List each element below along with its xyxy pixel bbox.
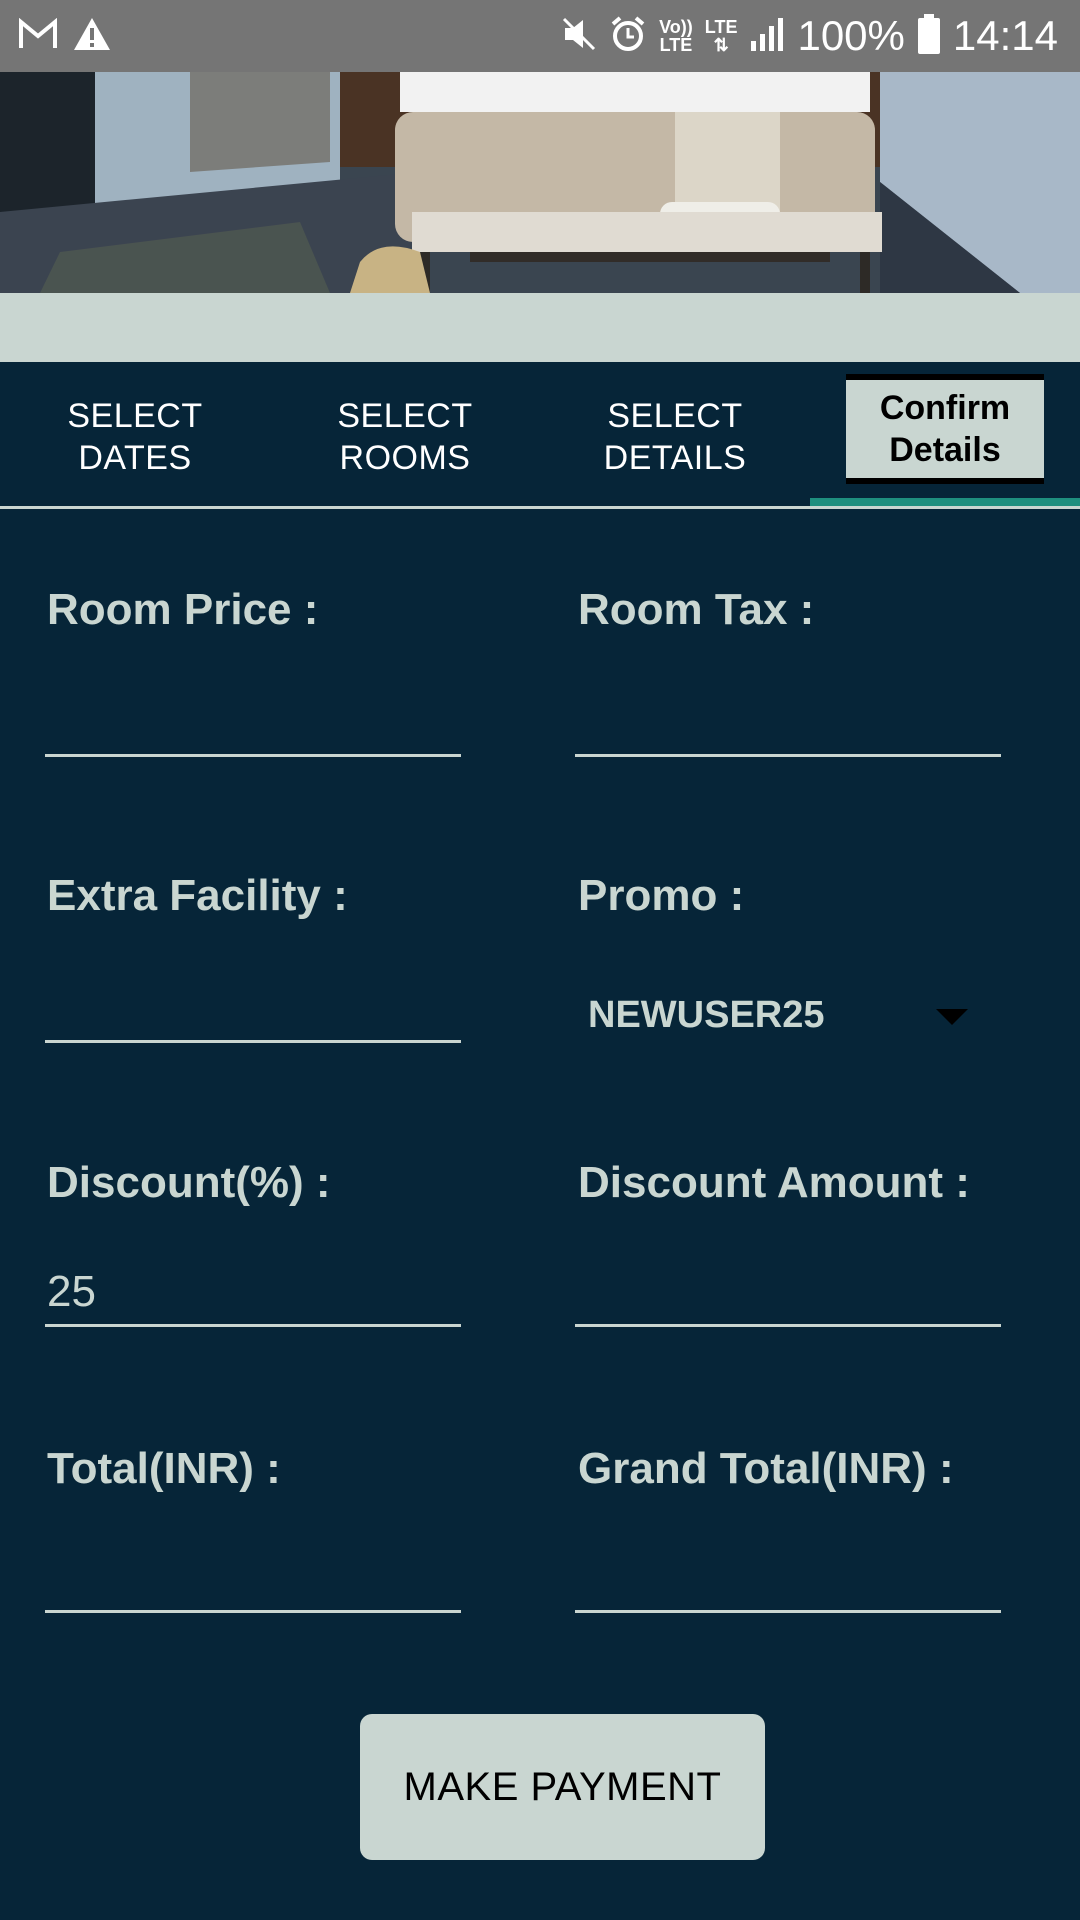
volte-label: Vo)) xyxy=(659,17,693,37)
volte-sub-label: LTE xyxy=(659,35,693,55)
discount-percent-field[interactable]: 25 xyxy=(45,1257,461,1327)
tab-label-line1: SELECT xyxy=(607,397,743,435)
total-inr-label: Total(INR) : xyxy=(47,1444,281,1493)
extra-facility-field[interactable] xyxy=(45,973,461,1043)
discount-percent-label: Discount(%) : xyxy=(47,1158,331,1207)
grand-total-inr-field[interactable] xyxy=(575,1543,1001,1613)
battery-icon xyxy=(917,13,941,59)
lte-label: LTE xyxy=(704,17,738,37)
promo-dropdown[interactable]: NEWUSER25 xyxy=(588,980,968,1050)
tab-select-details[interactable]: SELECT DETAILS xyxy=(540,395,810,479)
tab-label-line2: DETAILS xyxy=(603,439,747,477)
active-tab-indicator xyxy=(810,498,1080,506)
tab-label-line2: Details xyxy=(889,431,1001,469)
data-arrows-icon: ⇅ xyxy=(713,35,729,55)
tab-confirm-details[interactable]: Confirm Details xyxy=(846,374,1044,484)
clock: 14:14 xyxy=(952,12,1058,59)
make-payment-button[interactable]: MAKE PAYMENT xyxy=(360,1714,765,1860)
room-tax-label: Room Tax : xyxy=(578,585,815,634)
hotel-room-photo xyxy=(0,72,1080,293)
mute-icon xyxy=(561,16,597,57)
room-price-label: Room Price : xyxy=(47,585,319,634)
promo-label: Promo : xyxy=(578,871,745,920)
room-price-field[interactable] xyxy=(45,687,461,757)
booking-step-tabs: SELECT DATES SELECT ROOMS SELECT DETAILS… xyxy=(0,362,1080,509)
tab-select-rooms[interactable]: SELECT ROOMS xyxy=(270,395,540,479)
tab-label-line1: SELECT xyxy=(337,397,473,435)
total-inr-field[interactable] xyxy=(45,1543,461,1613)
warning-icon xyxy=(72,16,112,57)
promo-selected-value: NEWUSER25 xyxy=(588,994,825,1036)
tab-label-line2: ROOMS xyxy=(339,439,471,477)
status-bar: Vo)) LTE LTE ⇅ 100% 14:14 xyxy=(0,0,1080,72)
tab-label-line1: SELECT xyxy=(67,397,203,435)
chevron-down-icon[interactable] xyxy=(936,1009,968,1025)
room-tax-field[interactable] xyxy=(575,687,1001,757)
lte-indicator: LTE ⇅ xyxy=(705,18,738,54)
battery-percent: 100% xyxy=(797,12,905,59)
alarm-icon xyxy=(609,15,647,58)
signal-icon xyxy=(749,17,785,56)
discount-amount-label: Discount Amount : xyxy=(578,1158,970,1207)
gmail-icon xyxy=(18,17,58,55)
volte-indicator: Vo)) LTE xyxy=(659,18,693,54)
hero-divider-strip xyxy=(0,293,1080,362)
tab-select-dates[interactable]: SELECT DATES xyxy=(0,395,270,479)
extra-facility-label: Extra Facility : xyxy=(47,871,348,920)
tab-label-line1: Confirm xyxy=(879,389,1011,427)
tab-label-line2: DATES xyxy=(78,439,192,477)
discount-amount-field[interactable] xyxy=(575,1257,1001,1327)
grand-total-inr-label: Grand Total(INR) : xyxy=(578,1444,954,1493)
